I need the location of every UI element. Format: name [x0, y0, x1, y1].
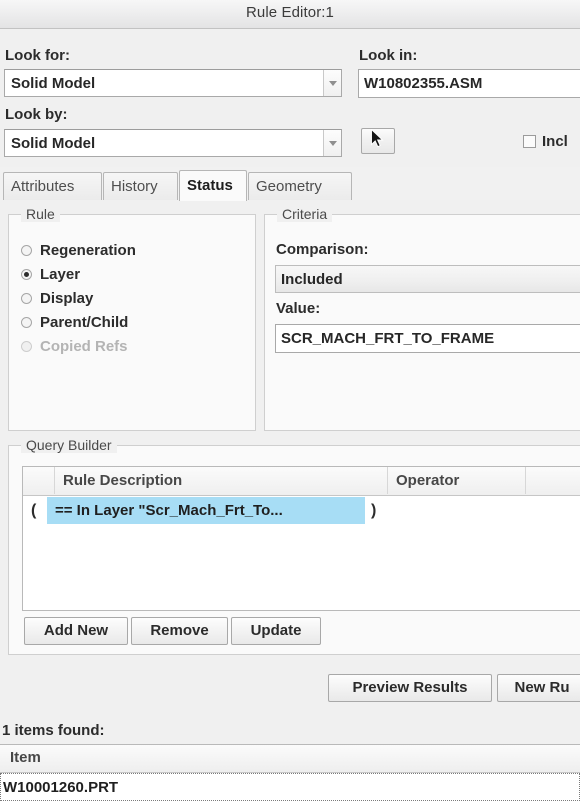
look-in-input[interactable]: W10802355.ASM	[358, 69, 580, 98]
tab-history[interactable]: History	[103, 172, 178, 200]
look-by-combobox[interactable]: Solid Model	[4, 129, 342, 157]
comparison-label: Comparison:	[276, 241, 369, 258]
select-in-model-button[interactable]	[361, 128, 395, 154]
chevron-down-icon[interactable]	[323, 130, 341, 156]
radio-display-indicator[interactable]	[21, 293, 32, 304]
result-item-name[interactable]: W10001260.PRT	[0, 773, 580, 801]
tab-status[interactable]: Status	[179, 170, 247, 201]
radio-copied-refs-indicator	[21, 341, 32, 352]
row-open-paren: (	[31, 496, 36, 525]
results-table-header: Item	[0, 745, 580, 773]
include-checkbox-label: Incl	[542, 133, 568, 150]
radio-layer-label: Layer	[40, 266, 80, 283]
value-input[interactable]: SCR_MACH_FRT_TO_FRAME	[275, 324, 580, 353]
table-row[interactable]: ( == In Layer "Scr_Mach_Frt_To... )	[23, 496, 580, 525]
column-header-extra	[526, 467, 580, 494]
window-title: Rule Editor:1	[0, 4, 580, 21]
look-by-value: Solid Model	[5, 135, 323, 152]
criteria-groupbox-title: Criteria	[277, 206, 332, 222]
radio-regeneration-indicator[interactable]	[21, 245, 32, 256]
look-by-label: Look by:	[5, 106, 68, 123]
include-checkbox-row[interactable]: Incl	[523, 133, 568, 150]
radio-regeneration-label: Regeneration	[40, 242, 136, 259]
radio-parent-child-label: Parent/Child	[40, 314, 128, 331]
search-criteria-form: Look for: Solid Model Look by: Solid Mod…	[0, 29, 580, 167]
radio-layer-indicator[interactable]	[21, 269, 32, 280]
look-for-combobox[interactable]: Solid Model	[4, 69, 342, 97]
new-rule-button[interactable]: New Ru	[497, 674, 580, 702]
row-close-paren: )	[371, 496, 376, 525]
results-table[interactable]: Item W10001260.PRT	[0, 744, 580, 804]
look-for-label: Look for:	[5, 47, 70, 64]
radio-copied-refs: Copied Refs	[21, 338, 128, 355]
window-titlebar: Rule Editor:1	[0, 0, 580, 29]
radio-parent-child-indicator[interactable]	[21, 317, 32, 328]
comparison-combobox[interactable]: Included	[275, 265, 580, 293]
value-label: Value:	[276, 300, 320, 317]
column-header-rule-description[interactable]: Rule Description	[55, 467, 388, 494]
radio-display-label: Display	[40, 290, 93, 307]
column-header-operator[interactable]: Operator	[388, 467, 526, 494]
remove-button[interactable]: Remove	[131, 617, 228, 645]
look-in-label: Look in:	[359, 47, 417, 64]
tab-strip: Attributes History Status Geometry	[0, 170, 580, 202]
query-builder-title: Query Builder	[21, 437, 117, 453]
radio-copied-refs-label: Copied Refs	[40, 338, 128, 355]
query-builder-table[interactable]: Rule Description Operator ( == In Layer …	[22, 466, 580, 611]
tab-attributes[interactable]: Attributes	[3, 172, 102, 200]
items-found-label: 1 items found:	[2, 722, 105, 739]
tab-geometry[interactable]: Geometry	[248, 172, 352, 200]
rule-groupbox-title: Rule	[21, 206, 60, 222]
include-checkbox[interactable]	[523, 135, 536, 148]
rule-editor-window: Rule Editor:1 Look for: Solid Model Look…	[0, 0, 580, 804]
header-spacer	[23, 467, 55, 494]
radio-parent-child[interactable]: Parent/Child	[21, 314, 128, 331]
column-header-item[interactable]: Item	[0, 745, 41, 771]
radio-layer[interactable]: Layer	[21, 266, 80, 283]
radio-display[interactable]: Display	[21, 290, 93, 307]
chevron-down-icon[interactable]	[323, 70, 341, 96]
row-rule-description[interactable]: == In Layer "Scr_Mach_Frt_To...	[47, 497, 365, 524]
preview-results-button[interactable]: Preview Results	[328, 674, 492, 702]
update-button[interactable]: Update	[231, 617, 321, 645]
look-for-value: Solid Model	[5, 75, 323, 92]
list-item[interactable]: W10001260.PRT	[0, 773, 580, 802]
query-builder-table-header: Rule Description Operator	[23, 467, 580, 496]
radio-regeneration[interactable]: Regeneration	[21, 242, 136, 259]
add-new-button[interactable]: Add New	[24, 617, 128, 645]
